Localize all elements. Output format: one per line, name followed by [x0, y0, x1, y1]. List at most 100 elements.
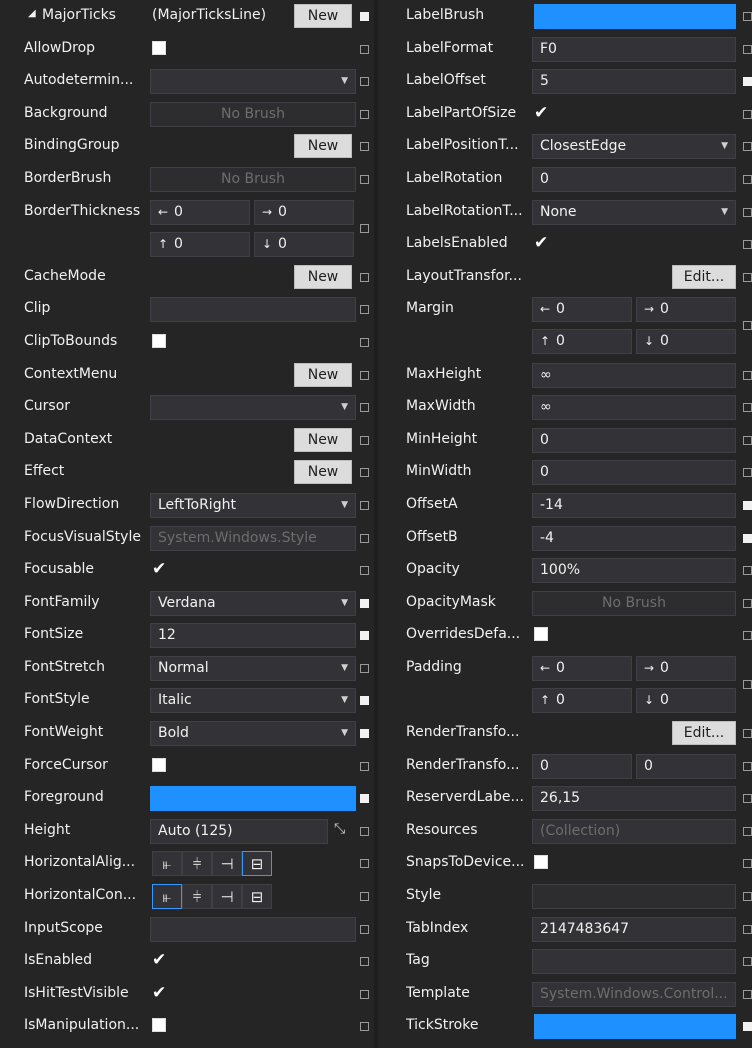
property-marker-icon[interactable] — [360, 566, 369, 576]
property-marker-icon[interactable] — [743, 500, 752, 510]
dropdown[interactable]: Italic ▼ — [150, 688, 356, 714]
checkbox-checked[interactable]: ✔ — [152, 561, 166, 578]
align-stretch-icon[interactable]: ⊟ — [242, 851, 272, 877]
checkbox-checked[interactable]: ✔ — [152, 952, 166, 969]
color-swatch[interactable] — [534, 1014, 736, 1040]
property-marker-icon[interactable] — [743, 566, 752, 576]
property-marker-icon[interactable] — [743, 240, 752, 250]
property-marker-icon[interactable] — [743, 435, 752, 445]
property-marker-icon[interactable] — [743, 77, 752, 87]
property-marker-icon[interactable] — [743, 989, 752, 999]
property-marker-icon[interactable] — [360, 109, 369, 119]
property-marker-icon[interactable] — [743, 174, 752, 184]
new-button[interactable]: New — [294, 427, 352, 452]
property-marker-icon[interactable] — [360, 370, 369, 380]
resource-value[interactable]: System.Windows.Style — [150, 525, 356, 551]
property-marker-icon[interactable] — [743, 321, 752, 331]
text-input[interactable] — [150, 297, 356, 323]
resource-value[interactable] — [532, 884, 736, 910]
property-marker-icon[interactable] — [360, 468, 369, 478]
property-marker-icon[interactable] — [743, 826, 752, 836]
auto-size-icon[interactable]: ⤡ — [334, 821, 345, 837]
checkbox[interactable] — [534, 855, 548, 870]
origin-y-input[interactable]: 0 — [636, 753, 736, 779]
property-marker-icon[interactable] — [360, 223, 369, 233]
property-marker-icon[interactable] — [360, 500, 369, 510]
padding-right-input[interactable]: → 0 — [636, 655, 736, 681]
property-marker-icon[interactable] — [360, 631, 369, 641]
property-marker-icon[interactable] — [360, 924, 369, 934]
margin-right-input[interactable]: → 0 — [636, 297, 736, 323]
brush-editor[interactable]: No Brush — [150, 101, 356, 127]
dropdown[interactable]: ▼ — [150, 69, 356, 95]
property-marker-icon[interactable] — [360, 435, 369, 445]
align-center-icon[interactable]: ⫩ — [182, 851, 212, 877]
text-input[interactable]: -14 — [532, 492, 736, 518]
origin-x-input[interactable]: 0 — [532, 753, 632, 779]
property-marker-icon[interactable] — [360, 533, 369, 543]
property-marker-icon[interactable] — [743, 1022, 752, 1032]
property-marker-icon[interactable] — [743, 109, 752, 119]
property-marker-icon[interactable] — [360, 337, 369, 347]
checkbox[interactable] — [152, 1018, 166, 1033]
checkbox-checked[interactable]: ✔ — [534, 235, 548, 252]
align-left-icon[interactable]: ⫦ — [152, 851, 182, 877]
property-marker-icon[interactable] — [360, 142, 369, 152]
checkbox[interactable] — [152, 757, 166, 772]
property-marker-icon[interactable] — [360, 403, 369, 413]
property-marker-icon[interactable] — [360, 272, 369, 282]
dropdown[interactable]: LeftToRight ▼ — [150, 492, 356, 518]
text-input[interactable]: -4 — [532, 525, 736, 551]
color-swatch[interactable] — [534, 4, 736, 29]
expand-icon[interactable]: ◢ — [28, 8, 36, 19]
margin-left-input[interactable]: ← 0 — [532, 297, 632, 323]
property-marker-icon[interactable] — [743, 533, 752, 543]
property-marker-icon[interactable] — [743, 924, 752, 934]
new-button[interactable]: New — [294, 362, 352, 387]
property-marker-icon[interactable] — [743, 761, 752, 771]
thickness-bottom-input[interactable]: ↓ 0 — [254, 231, 354, 257]
thickness-top-input[interactable]: ↑ 0 — [150, 231, 250, 257]
new-button[interactable]: New — [294, 460, 352, 485]
text-input[interactable]: 5 — [532, 69, 736, 95]
property-marker-icon[interactable] — [360, 598, 369, 608]
text-input[interactable]: 0 — [532, 166, 736, 192]
text-input[interactable]: 0 — [532, 460, 736, 486]
property-marker-icon[interactable] — [743, 142, 752, 152]
property-marker-icon[interactable] — [360, 696, 369, 706]
checkbox[interactable] — [152, 333, 166, 348]
margin-top-input[interactable]: ↑ 0 — [532, 329, 632, 355]
property-marker-icon[interactable] — [360, 77, 369, 87]
brush-editor[interactable]: No Brush — [532, 590, 736, 616]
align-center-icon[interactable]: ⫩ — [182, 884, 212, 910]
property-marker-icon[interactable] — [360, 794, 369, 804]
padding-top-input[interactable]: ↑ 0 — [532, 687, 632, 713]
padding-bottom-input[interactable]: ↓ 0 — [636, 687, 736, 713]
property-marker-icon[interactable] — [743, 44, 752, 54]
dropdown[interactable]: None ▼ — [532, 199, 736, 225]
property-marker-icon[interactable] — [360, 663, 369, 673]
dropdown[interactable]: ClosestEdge ▼ — [532, 134, 736, 160]
property-marker-icon[interactable] — [360, 957, 369, 967]
resource-value[interactable]: System.Windows.Control... — [532, 981, 736, 1007]
text-input[interactable]: 2147483647 — [532, 916, 736, 942]
dropdown[interactable]: ▼ — [150, 395, 356, 421]
property-marker-icon[interactable] — [743, 859, 752, 869]
text-input[interactable]: 12 — [150, 623, 356, 649]
property-marker-icon[interactable] — [743, 957, 752, 967]
edit-button[interactable]: Edit... — [672, 721, 736, 746]
property-marker-icon[interactable] — [360, 1022, 369, 1032]
text-input[interactable]: 26,15 — [532, 786, 736, 812]
property-marker-icon[interactable] — [360, 892, 369, 902]
property-marker-icon[interactable] — [360, 859, 369, 869]
align-right-icon[interactable]: ⊣ — [212, 884, 242, 910]
property-marker-icon[interactable] — [743, 679, 752, 689]
text-input[interactable]: 0 — [532, 427, 736, 453]
new-button[interactable]: New — [294, 264, 352, 289]
property-marker-icon[interactable] — [360, 826, 369, 836]
align-right-icon[interactable]: ⊣ — [212, 851, 242, 877]
property-marker-icon[interactable] — [743, 272, 752, 282]
brush-editor[interactable]: No Brush — [150, 166, 356, 192]
property-marker-icon[interactable] — [360, 989, 369, 999]
property-marker-icon[interactable] — [743, 892, 752, 902]
